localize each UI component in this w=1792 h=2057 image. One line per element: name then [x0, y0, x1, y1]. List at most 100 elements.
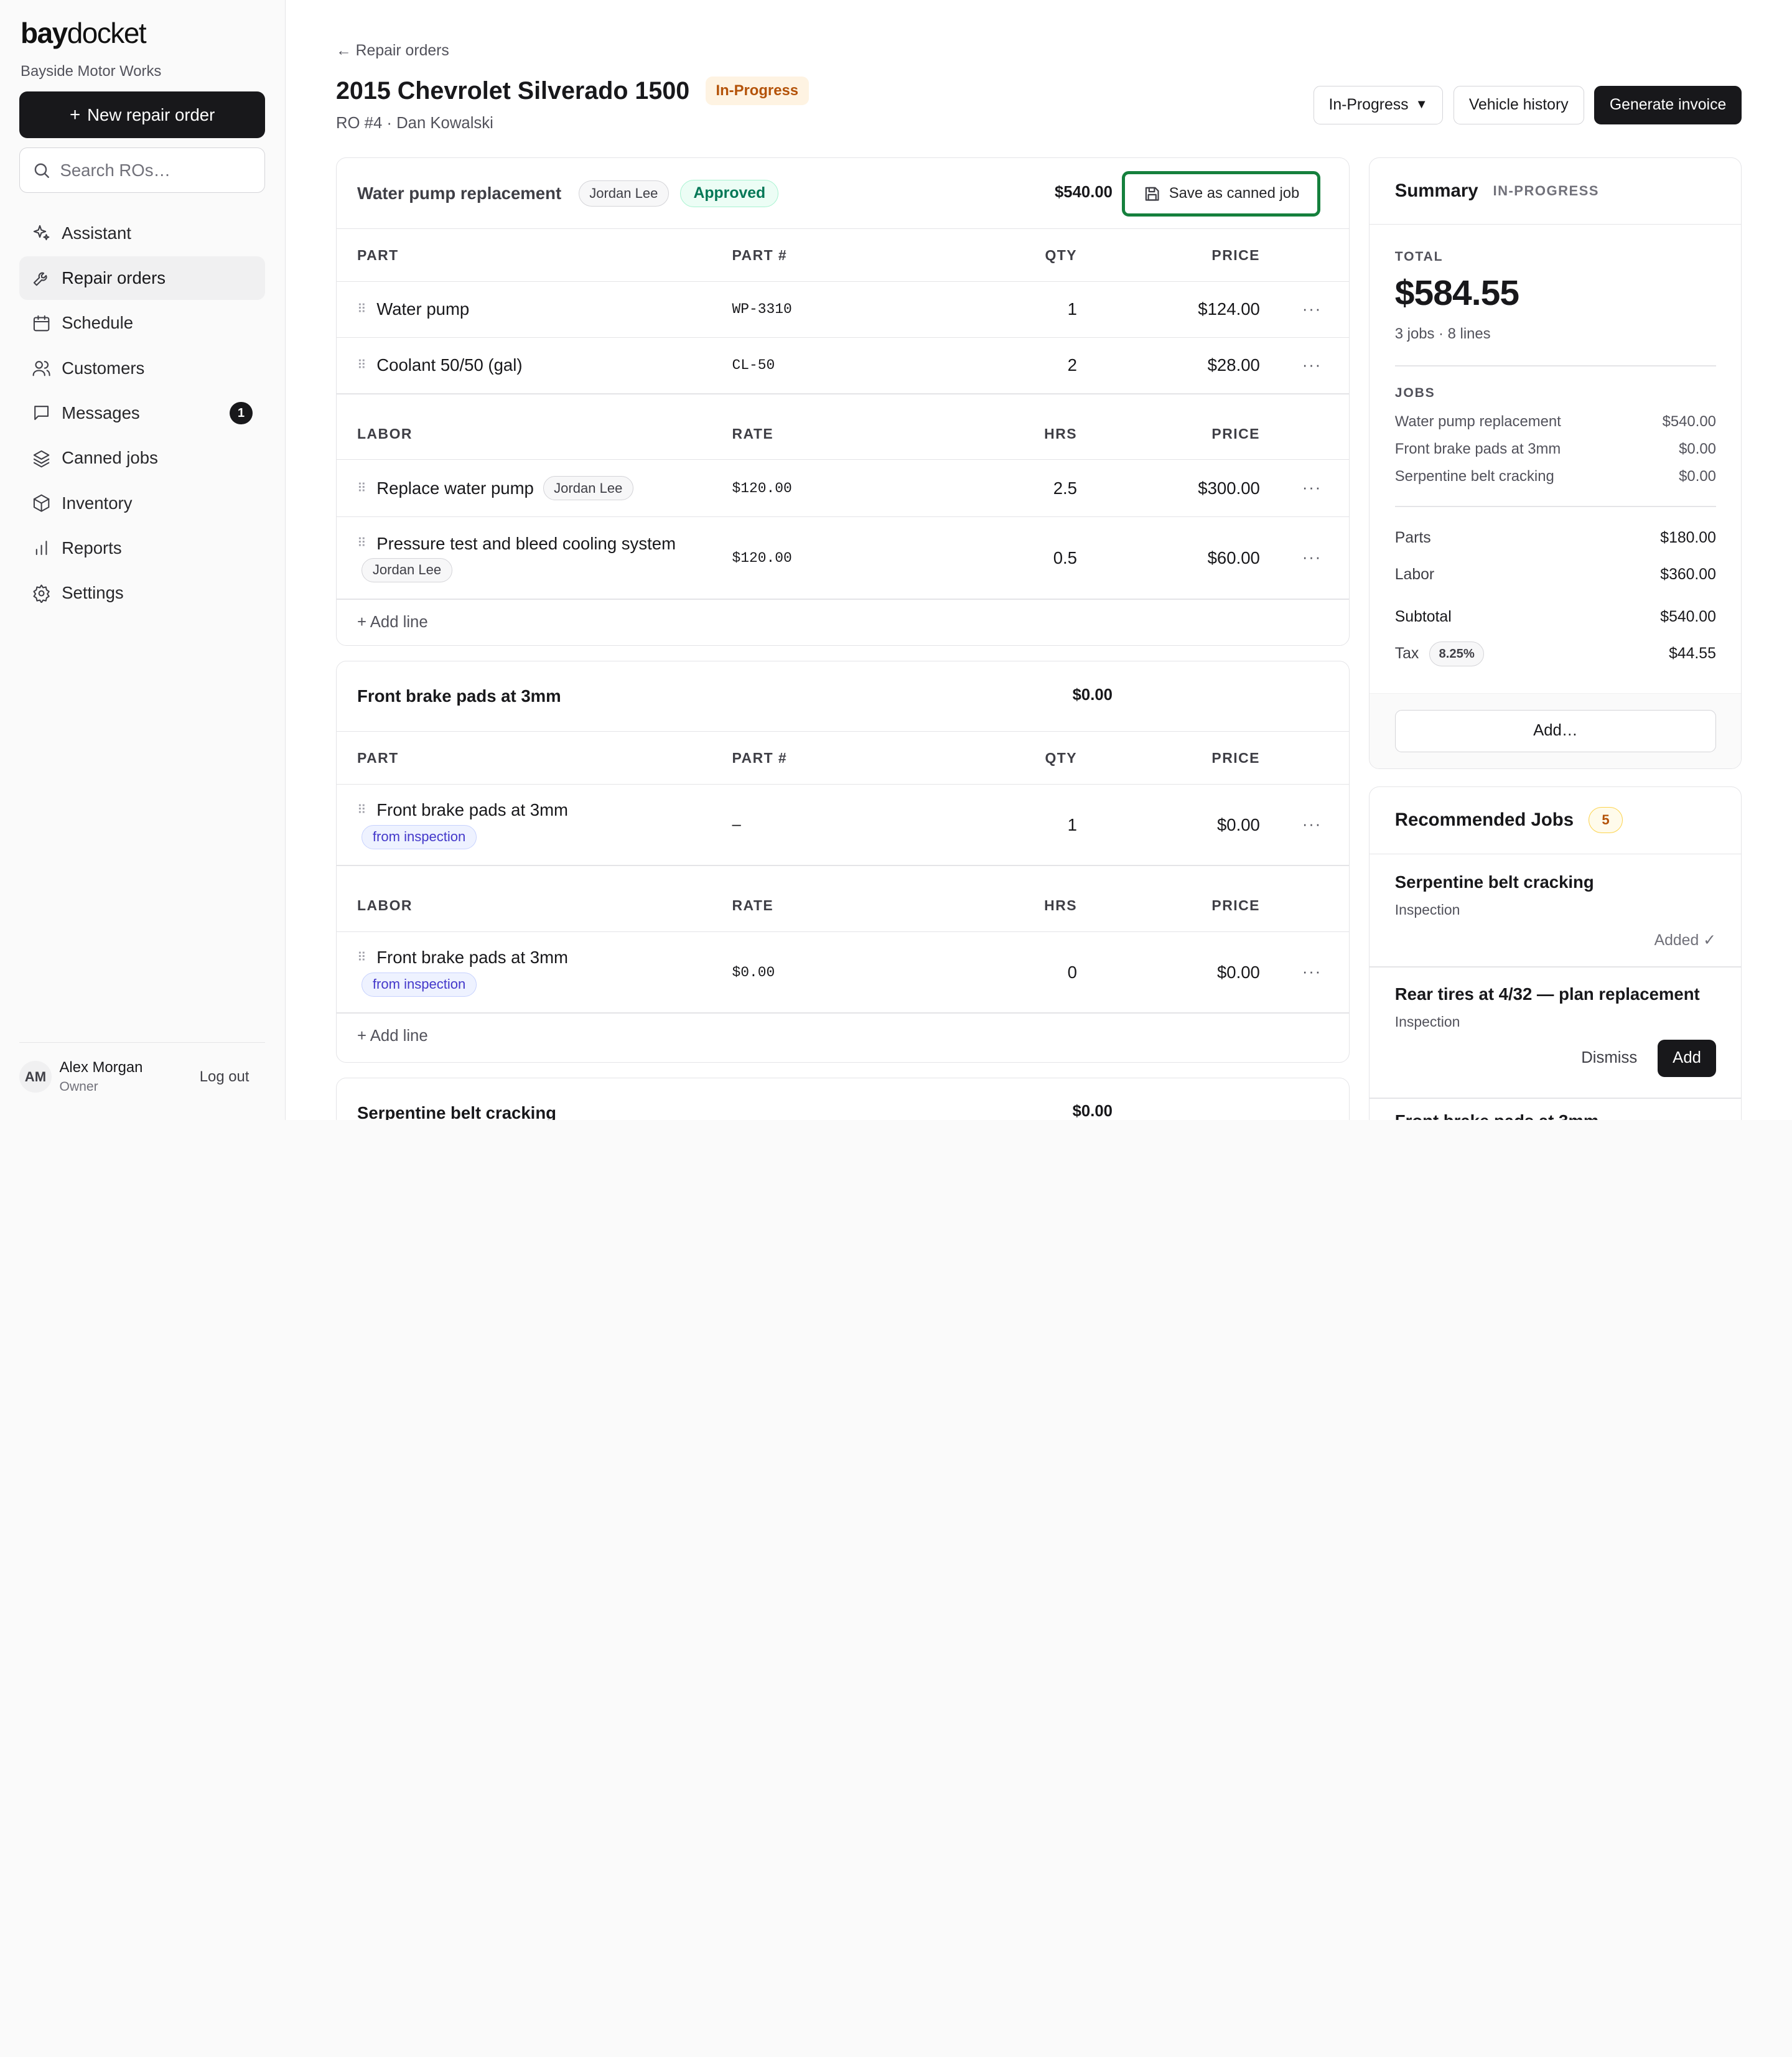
part-price: $0.00 [1216, 814, 1260, 834]
drag-handle-icon[interactable]: ⠿ [357, 482, 368, 495]
plus-icon: + [69, 104, 81, 125]
part-number: – [732, 816, 741, 834]
sidebar-item-customers[interactable]: Customers [19, 347, 265, 390]
column-header: QTY [1045, 246, 1077, 263]
recommended-title: Recommended Jobs [1394, 809, 1574, 831]
summary-job-name: Water pump replacement [1394, 413, 1561, 431]
avatar: AM [19, 1060, 52, 1093]
recommended-item: Rear tires at 4/32 — plan replacement In… [1395, 984, 1716, 1087]
tax-label: Tax [1394, 645, 1419, 663]
shop-name: Bayside Motor Works [21, 63, 162, 80]
jobs-label: JOBS [1394, 385, 1435, 400]
sidebar-item-label: Customers [62, 358, 145, 378]
search-input[interactable] [60, 160, 243, 180]
labor-row[interactable]: ⠿ Pressure test and bleed cooling system … [336, 517, 1350, 600]
sidebar-item-label: Settings [62, 583, 124, 603]
labor-row[interactable]: ⠿ Replace water pump Jordan Lee $120.00 2.… [336, 460, 1350, 518]
column-header: PRICE [1211, 425, 1260, 442]
line-name: ⠿ Front brake pads at 3mm from inspection [357, 800, 568, 849]
sidebar-item-canned-jobs[interactable]: Canned jobs [19, 437, 265, 480]
column-header: LABOR [357, 897, 413, 914]
sidebar-item-settings[interactable]: Settings [19, 572, 265, 615]
column-header: HRS [1044, 425, 1077, 442]
technician-chip[interactable]: Jordan Lee [543, 476, 633, 501]
more-options-icon[interactable]: ··· [1302, 301, 1322, 319]
save-canned-job-button[interactable]: Save as canned job [1121, 170, 1321, 217]
page-title: 2015 Chevrolet Silverado 1500 [335, 77, 690, 105]
sidebar-item-messages[interactable]: Messages 1 [19, 391, 265, 435]
more-options-icon[interactable]: ··· [1302, 549, 1322, 567]
sidebar-item-schedule[interactable]: Schedule [19, 301, 265, 345]
part-row[interactable]: ⠿ Water pump WP-3310 1 $124.00 ··· [336, 282, 1350, 338]
part-row[interactable]: ⠿ Coolant 50/50 (gal) CL-50 2 $28.00 ··· [336, 338, 1350, 394]
technician-chip[interactable]: Jordan Lee [578, 180, 669, 207]
summary-job-row: Front brake pads at 3mm $0.00 [1395, 441, 1716, 458]
drag-handle-icon[interactable]: ⠿ [357, 951, 368, 964]
job-total: $0.00 [1072, 1102, 1113, 1120]
sidebar-item-label: Canned jobs [62, 448, 158, 468]
summary-job-amount: $0.00 [1679, 441, 1716, 458]
logout-button[interactable]: Log out [200, 1068, 250, 1086]
subtotal-value: $540.00 [1660, 609, 1716, 626]
parts-header: PART PART # QTY PRICE [336, 229, 1350, 282]
sidebar-item-label: Assistant [62, 223, 131, 243]
labor-row[interactable]: ⠿ Front brake pads at 3mm from inspection… [336, 932, 1350, 1014]
sidebar-item-inventory[interactable]: Inventory [19, 482, 265, 525]
status-select-value: In-Progress [1328, 96, 1409, 113]
brand-logo[interactable]: baydocket [21, 16, 147, 50]
caret-down-icon: ▼ [1415, 98, 1428, 112]
job-header: Serpentine belt cracking $0.00 [337, 1078, 1349, 1120]
sidebar-item-label: Schedule [62, 313, 134, 333]
part-row[interactable]: ⠿ Front brake pads at 3mm from inspection… [336, 785, 1350, 866]
job-title[interactable]: Water pump replacement [357, 184, 561, 203]
sidebar-item-assistant[interactable]: Assistant [19, 212, 265, 255]
sidebar-item-repair-orders[interactable]: Repair orders [19, 256, 266, 300]
message-icon [34, 406, 49, 421]
labor-rate: $120.00 [732, 480, 792, 497]
ro-subtitle: RO #4 · Dan Kowalski [335, 114, 493, 132]
wrench-icon [34, 273, 47, 286]
more-options-icon[interactable]: ··· [1302, 479, 1322, 497]
more-options-icon[interactable]: ··· [1302, 357, 1322, 375]
unread-badge: 1 [230, 401, 253, 425]
app-root: baydocket Bayside Motor Works + New repa… [0, 0, 1792, 1120]
job-total: $540.00 [1055, 183, 1113, 201]
tax-rate-chip[interactable]: 8.25% [1429, 641, 1485, 667]
technician-chip[interactable]: Jordan Lee [362, 557, 452, 582]
labor-header: LABOR RATE HRS PRICE [336, 865, 1350, 932]
drag-handle-icon[interactable]: ⠿ [357, 804, 368, 816]
sidebar-item-reports[interactable]: Reports [19, 526, 265, 570]
part-qty: 2 [1067, 355, 1077, 375]
new-repair-order-button[interactable]: + New repair order [19, 91, 266, 139]
sidebar-item-label: Inventory [62, 493, 133, 513]
drag-handle-icon[interactable]: ⠿ [357, 537, 368, 549]
add-line-button[interactable]: + Add line [336, 599, 1350, 645]
approval-badge: Approved [680, 179, 779, 208]
line-name: ⠿ Water pump [357, 299, 469, 319]
drag-handle-icon[interactable]: ⠿ [357, 359, 368, 371]
generate-invoice-button[interactable]: Generate invoice [1594, 85, 1742, 125]
more-options-icon[interactable]: ··· [1302, 963, 1322, 981]
status-select[interactable]: In-Progress ▼ [1313, 85, 1444, 125]
users-icon [32, 361, 51, 376]
summary-add-button[interactable]: Add… [1394, 709, 1716, 752]
job-total: $0.00 [1072, 686, 1113, 704]
job-title[interactable]: Front brake pads at 3mm [357, 686, 561, 706]
save-canned-job-label: Save as canned job [1169, 185, 1300, 202]
part-qty: 1 [1067, 814, 1077, 834]
column-header: HRS [1044, 897, 1077, 914]
part-number: CL-50 [732, 357, 775, 374]
part-name: Water pump [376, 299, 470, 319]
add-line-button[interactable]: + Add line [336, 1013, 1350, 1058]
part-price: $124.00 [1198, 299, 1260, 319]
dismiss-button[interactable]: Dismiss [1581, 1049, 1637, 1067]
back-link[interactable]: ← Repair orders [336, 42, 449, 60]
parts-label: Parts [1394, 529, 1431, 547]
job-title[interactable]: Serpentine belt cracking [357, 1103, 556, 1120]
more-options-icon[interactable]: ··· [1302, 816, 1322, 834]
divider [1394, 365, 1716, 366]
vehicle-history-button[interactable]: Vehicle history [1453, 85, 1584, 125]
search-icon [35, 163, 50, 178]
add-recommended-button[interactable]: Add [1658, 1039, 1716, 1078]
drag-handle-icon[interactable]: ⠿ [357, 303, 368, 315]
